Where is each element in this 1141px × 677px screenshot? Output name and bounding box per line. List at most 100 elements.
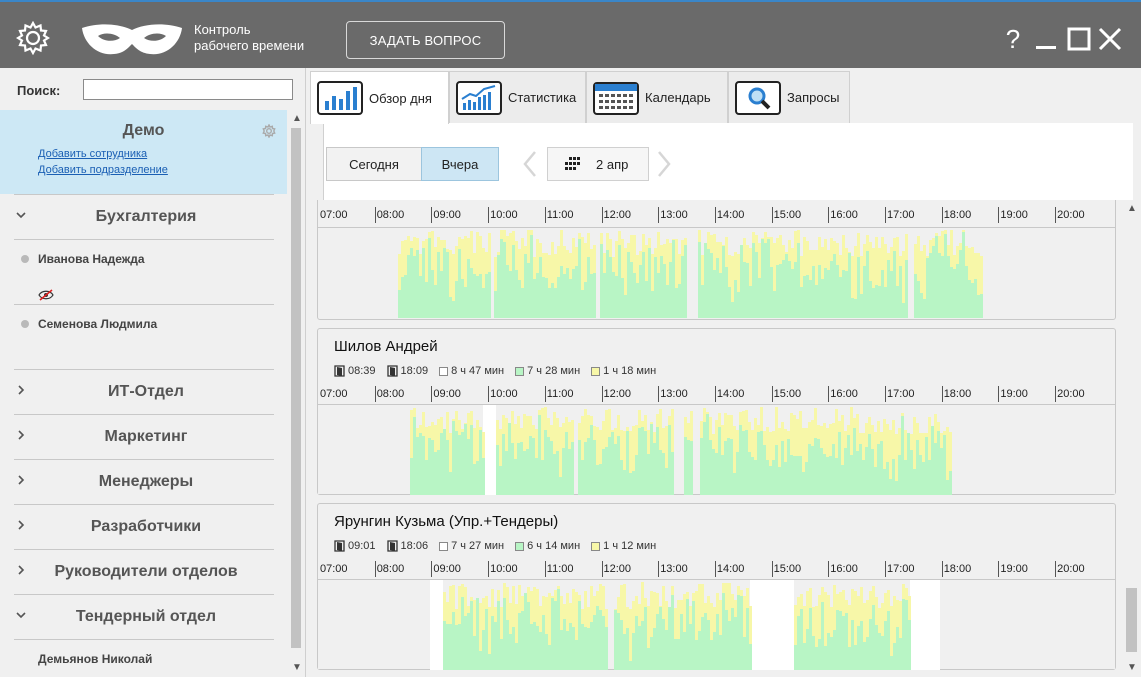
- hour-tick: [601, 561, 603, 577]
- tab-statistics[interactable]: Статистика: [449, 71, 586, 123]
- hour-label: 16:00: [830, 388, 858, 400]
- productive-bar: [449, 472, 452, 495]
- productive-bar: [642, 252, 645, 318]
- chevron-right-icon[interactable]: [654, 149, 674, 179]
- search-input[interactable]: [83, 79, 293, 100]
- productive-bar: [722, 246, 725, 318]
- productive-bar: [901, 416, 904, 495]
- productive-bar: [633, 273, 636, 318]
- hour-tick: [431, 386, 433, 402]
- group-marketing[interactable]: Маркетинг: [14, 414, 274, 459]
- productive-bar: [636, 283, 639, 318]
- productive-bar: [772, 460, 775, 495]
- hour-tick: [998, 561, 1000, 577]
- productive-bar: [835, 458, 838, 495]
- productive-bar: [568, 449, 571, 495]
- productive-bar: [593, 615, 596, 670]
- yesterday-button[interactable]: Вчера: [421, 147, 499, 181]
- productive-bar: [467, 613, 470, 670]
- hour-tick: [885, 386, 886, 402]
- ask-question-button[interactable]: ЗАДАТЬ ВОПРОС: [346, 21, 505, 59]
- productive-bar: [476, 276, 479, 318]
- scroll-down-icon[interactable]: ▼: [1127, 662, 1137, 673]
- group-tender[interactable]: Тендерный отдел: [14, 594, 274, 639]
- minimize-icon[interactable]: [1033, 26, 1059, 52]
- productive-bar: [425, 460, 428, 495]
- hour-label: 12:00: [603, 388, 632, 400]
- group-developers[interactable]: Разработчики: [14, 504, 274, 549]
- settings-gear-icon[interactable]: [16, 21, 50, 55]
- activity-chart: [430, 580, 940, 670]
- hour-tick: [544, 207, 546, 223]
- employee-timeline-card[interactable]: 07:00 08:00 09:00 10:00 11:00 12:00 13:00 14:00…: [317, 200, 1116, 320]
- tab-requests[interactable]: Запросы: [728, 71, 850, 123]
- scrollbar-thumb[interactable]: [1126, 588, 1137, 652]
- productive-bar: [811, 446, 814, 495]
- company-block[interactable]: Демо Добавить сотрудника Добавить подраз…: [0, 110, 287, 194]
- maximize-icon[interactable]: [1066, 26, 1092, 52]
- tab-calendar[interactable]: Календарь: [586, 71, 728, 123]
- productive-bar: [836, 610, 839, 670]
- hour-tick: [998, 207, 1000, 223]
- productive-bar: [626, 628, 629, 670]
- hour-label: 19:00: [1000, 388, 1028, 400]
- productive-bar: [548, 645, 551, 670]
- tab-day-overview[interactable]: Обзор дня: [310, 71, 449, 124]
- productive-bar: [514, 459, 517, 495]
- productive-bar: [470, 601, 473, 670]
- close-icon[interactable]: [1097, 26, 1123, 52]
- scroll-down-icon[interactable]: ▼: [292, 662, 302, 673]
- productive-bar: [482, 458, 485, 495]
- group-department-heads[interactable]: Руководители отделов: [14, 549, 274, 594]
- productive-bar: [824, 268, 827, 318]
- productive-bar: [473, 464, 476, 495]
- activity-plot: [318, 227, 1115, 318]
- group-name: ИТ-Отдел: [108, 383, 184, 400]
- productive-bar: [560, 630, 563, 670]
- employee-timeline-card[interactable]: Шилов Андрей 08:39 18:09 8 ч 47 мин 7 ч …: [317, 328, 1116, 495]
- sidebar: Поиск: Демо Добавить сотрудника Добавить…: [0, 68, 306, 677]
- chevron-left-icon[interactable]: [520, 149, 540, 179]
- productive-bar: [929, 253, 932, 318]
- productive-bar: [523, 451, 526, 495]
- productive-bar: [559, 477, 562, 495]
- productive-bar: [680, 614, 683, 670]
- productive-bar: [554, 288, 557, 318]
- productive-bar: [895, 481, 898, 495]
- productive-bar: [725, 610, 728, 670]
- scroll-up-icon[interactable]: ▲: [1127, 203, 1137, 214]
- productive-bar: [449, 624, 452, 670]
- productive-bar: [883, 469, 886, 495]
- timeline-scrollbar[interactable]: ▲ ▼: [1122, 200, 1141, 677]
- group-managers[interactable]: Менеджеры: [14, 459, 274, 504]
- productive-bar: [820, 448, 823, 495]
- help-button[interactable]: ?: [1000, 26, 1026, 52]
- productive-bar: [802, 472, 805, 495]
- group-it[interactable]: ИТ-Отдел: [14, 369, 274, 414]
- add-employee-link[interactable]: Добавить сотрудника: [38, 148, 147, 160]
- productive-bar: [896, 286, 899, 318]
- productive-bar: [650, 637, 653, 670]
- company-settings-icon[interactable]: [262, 124, 276, 138]
- productive-bar: [584, 442, 587, 495]
- total-stat: 7 ч 27 мин: [439, 540, 504, 552]
- today-button[interactable]: Сегодня: [326, 147, 422, 181]
- employee-item[interactable]: Демьянов Николай: [14, 639, 274, 677]
- date-picker-button[interactable]: 2 апр: [547, 147, 649, 181]
- scrollbar-thumb[interactable]: [291, 128, 301, 648]
- group-accounting[interactable]: Бухгалтерия: [14, 194, 274, 239]
- employee-item[interactable]: Семенова Людмила: [14, 304, 274, 369]
- scroll-up-icon[interactable]: ▲: [292, 113, 302, 124]
- productive-bar: [686, 599, 689, 670]
- productive-bar: [698, 631, 701, 670]
- add-department-link[interactable]: Добавить подразделение: [38, 164, 168, 176]
- productive-bar: [578, 440, 581, 495]
- productive-bar: [648, 248, 651, 318]
- sidebar-scrollbar[interactable]: ▲ ▼: [287, 110, 305, 677]
- productive-bar: [529, 436, 532, 495]
- productive-bar: [602, 616, 605, 670]
- group-name: Бухгалтерия: [95, 208, 197, 225]
- productive-bar: [919, 455, 922, 495]
- employee-timeline-card[interactable]: Ярунгин Кузьма (Упр.+Тендеры) 09:01 18:0…: [317, 503, 1116, 670]
- productive-bar: [617, 436, 620, 495]
